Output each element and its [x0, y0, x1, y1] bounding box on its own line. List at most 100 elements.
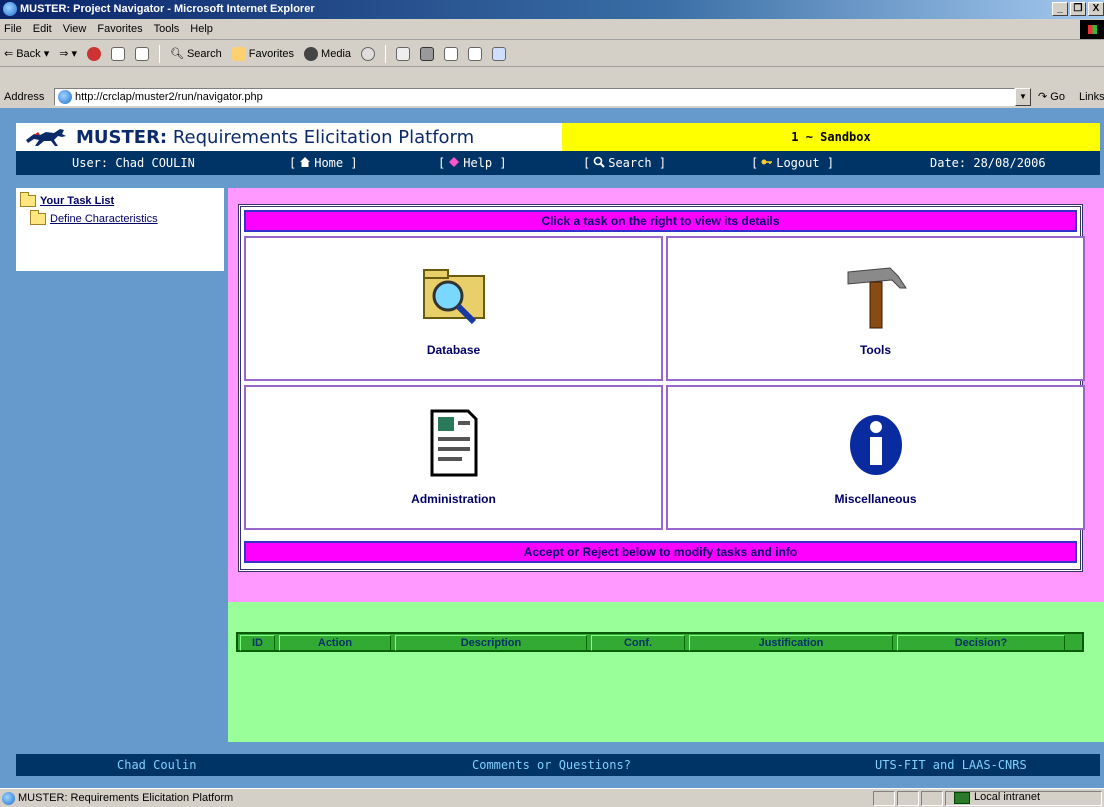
window-title: MUSTER: Project Navigator - Microsoft In… — [20, 3, 315, 15]
minimize-button[interactable]: _ — [1052, 2, 1068, 16]
zone-label: Local intranet — [974, 791, 1041, 803]
col-id: ID — [240, 635, 275, 651]
favorites-button[interactable]: Favorites — [231, 46, 295, 61]
task-item-label: Define Characteristics — [50, 213, 158, 225]
status-text: MUSTER: Requirements Elicitation Platfor… — [18, 792, 234, 804]
user-label: User: Chad COULIN — [72, 156, 195, 170]
maximize-button[interactable]: ❐ — [1070, 2, 1086, 16]
tile-miscellaneous[interactable]: Miscellaneous — [666, 385, 1085, 530]
help-icon — [448, 152, 460, 167]
tile-label: Miscellaneous — [834, 492, 917, 506]
menu-view[interactable]: View — [63, 23, 87, 35]
app-brand: MUSTER: — [76, 126, 168, 148]
nav-logout-link[interactable]: [ Logout ] — [751, 151, 834, 175]
nav-home-link[interactable]: [ Home ] — [289, 151, 358, 175]
help-label: Help — [463, 156, 493, 170]
decision-table-header: ID Action Description Conf. Justificatio… — [236, 632, 1084, 652]
messenger-icon[interactable] — [492, 46, 507, 61]
home-icon[interactable] — [134, 46, 149, 61]
task-list-panel: Your Task List Define Characteristics — [16, 188, 224, 271]
go-button[interactable]: ↷ Go — [1038, 88, 1065, 106]
refresh-icon[interactable] — [110, 46, 125, 61]
tile-label: Tools — [859, 343, 892, 357]
footer-organization: UTS-FIT and LAAS-CNRS — [875, 758, 1027, 772]
toolbar-separator — [158, 44, 160, 63]
menu-tools[interactable]: Tools — [154, 23, 180, 35]
page-icon — [2, 792, 15, 805]
media-button[interactable]: Media — [304, 46, 352, 61]
app-title: MUSTER: Requirements Elicitation Platfor… — [76, 127, 474, 148]
security-zone: Local intranet — [952, 791, 1040, 806]
project-indicator: 1 ~ Sandbox — [562, 123, 1100, 151]
tile-database[interactable]: Database — [244, 236, 663, 381]
discuss-icon[interactable] — [468, 46, 483, 61]
status-message: MUSTER: Requirements Elicitation Platfor… — [2, 791, 233, 806]
ie-icon — [3, 2, 17, 16]
task-list-label: Your Task List — [40, 195, 115, 207]
mail-icon[interactable] — [396, 46, 411, 61]
back-button[interactable]: ⇐ Back ▾ — [4, 47, 50, 61]
go-arrow-icon: ↷ — [1038, 91, 1048, 103]
history-icon[interactable] — [361, 46, 376, 61]
search-button[interactable]: 🔍︎ Search — [169, 47, 222, 61]
decision-area: ID Action Description Conf. Justificatio… — [228, 602, 1104, 742]
nav-search-link[interactable]: [ Search ] — [583, 151, 666, 175]
tile-administration[interactable]: Administration — [244, 385, 663, 530]
menu-edit[interactable]: Edit — [33, 23, 52, 35]
task-list-link[interactable]: Your Task List — [20, 192, 220, 210]
task-grid: Click a task on the right to view its de… — [238, 204, 1085, 572]
page-viewport: MUSTER: Requirements Elicitation Platfor… — [0, 108, 1104, 788]
menu-file[interactable]: File — [4, 23, 22, 35]
address-input[interactable]: http://crclap/muster2/run/navigator.php — [54, 88, 1015, 106]
footer-feedback-link[interactable]: Comments or Questions? — [472, 754, 631, 776]
nav-bar: User: Chad COULIN [ Home ] [ Help ] [ Se… — [16, 151, 1100, 175]
search-icon: 🔍︎ — [169, 48, 184, 60]
window-title-bar: MUSTER: Project Navigator - Microsoft In… — [0, 0, 1104, 19]
edit-icon[interactable] — [444, 46, 459, 61]
media-icon — [304, 46, 319, 61]
print-icon[interactable] — [420, 46, 435, 61]
address-dropdown[interactable]: ▼ — [1015, 88, 1031, 106]
favorites-label: Favorites — [248, 47, 295, 60]
back-label: Back — [16, 47, 41, 60]
menu-favorites[interactable]: Favorites — [97, 23, 142, 35]
close-button[interactable]: X — [1088, 2, 1104, 16]
hammer-icon — [840, 258, 912, 330]
search-label: Search — [186, 47, 222, 60]
back-arrow-icon: ⇐ — [4, 48, 14, 60]
forward-arrow-icon: ⇒ — [59, 48, 69, 60]
status-bar: MUSTER: Requirements Elicitation Platfor… — [0, 788, 1104, 807]
forward-button[interactable]: ⇒ ▾ — [59, 47, 77, 60]
stop-icon[interactable] — [86, 46, 101, 61]
logout-label: Logout — [776, 156, 820, 170]
menu-help[interactable]: Help — [190, 23, 213, 35]
chevron-down-icon: ▾ — [71, 48, 77, 60]
info-icon — [840, 407, 912, 479]
home-icon — [299, 152, 311, 167]
instruction-banner-bottom: Accept or Reject below to modify tasks a… — [244, 541, 1077, 563]
search-label: Search — [608, 156, 652, 170]
intranet-icon — [954, 792, 970, 804]
key-icon — [761, 152, 773, 165]
tile-tools[interactable]: Tools — [666, 236, 1085, 381]
tile-label: Database — [426, 343, 481, 357]
media-label: Media — [321, 47, 352, 60]
links-button[interactable]: Links — [1079, 88, 1104, 106]
home-label: Home — [314, 156, 344, 170]
task-item-define-characteristics[interactable]: Define Characteristics — [20, 210, 220, 228]
favorites-icon — [231, 46, 246, 61]
nav-help-link[interactable]: [ Help ] — [438, 151, 507, 175]
windows-logo-icon — [1080, 20, 1104, 39]
horse-logo-icon — [24, 126, 72, 148]
chevron-down-icon: ▾ — [43, 48, 50, 60]
col-description: Description — [395, 635, 587, 651]
page-footer: Chad Coulin Comments or Questions? UTS-F… — [16, 754, 1100, 776]
menu-bar: File Edit View Favorites Tools Help — [0, 19, 1104, 40]
date-label: Date: 28/08/2006 — [930, 156, 1046, 170]
folder-icon — [30, 210, 46, 225]
tile-label: Administration — [411, 492, 496, 506]
footer-author: Chad Coulin — [117, 758, 197, 772]
browser-toolbar: ⇐ Back ▾ ⇒ ▾ 🔍︎ Search Favorites Media — [0, 41, 1104, 67]
search-folder-icon — [418, 258, 490, 330]
col-action: Action — [279, 635, 391, 651]
